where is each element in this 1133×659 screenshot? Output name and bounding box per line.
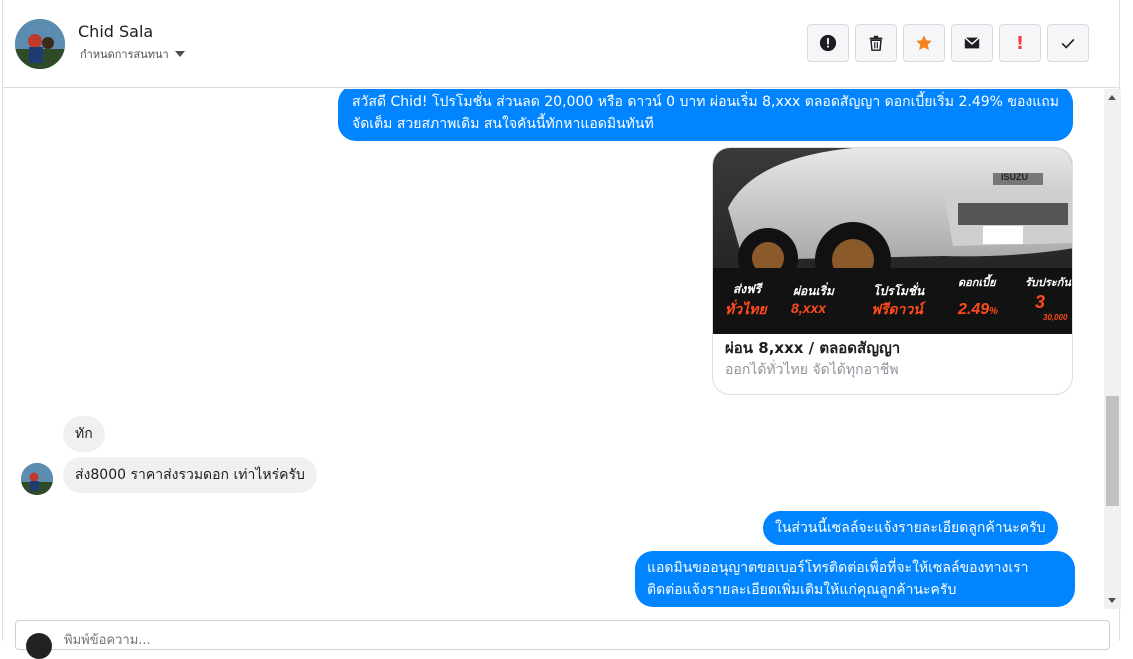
promo-sub: ฟรีดาวน์ [871,301,927,317]
warranty-km: 30,000 [1043,313,1068,322]
delete-button[interactable] [855,24,897,62]
conversation-label: กำหนดการสนทนา [80,48,169,61]
message-incoming[interactable]: ส่ง8000 ราคาส่งรวมดอก เท่าไหร่ครับ [63,457,317,493]
report-button[interactable] [807,24,849,62]
star-icon [916,35,932,51]
installment-label: ผ่อนเริ่ม [793,282,835,298]
message-scrollbar[interactable] [1104,89,1121,609]
promo-card[interactable]: ISUZU ส่งฟรี ทั่วไทย ผ่อนเริ่ม 8,xxx โปร… [712,147,1073,395]
brand-logo-text: ISUZU [1001,172,1028,182]
installment-value: 8,xxx [791,300,827,316]
envelope-icon [964,37,980,49]
message-text: สวัสดี Chid! โปรโมชั่น ส่วนลด 20,000 หรื… [352,94,1059,132]
message-text: ส่ง8000 ราคาส่งรวมดอก เท่าไหร่ครับ [75,467,305,483]
contact-avatar-small[interactable] [21,463,53,495]
mark-done-button[interactable] [1047,24,1089,62]
car-promo-image: ISUZU ส่งฟรี ทั่วไทย ผ่อนเริ่ม 8,xxx โปร… [713,148,1072,334]
page-avatar [26,633,52,659]
conversation-label-dropdown[interactable]: กำหนดการสนทนา [80,45,185,63]
message-text: ในส่วนนี้เซลล์จะแจ้งรายละเอียดลูกค้านะคร… [775,520,1046,536]
scroll-down-arrow-icon[interactable] [1108,598,1116,603]
message-text: ทัก [75,426,93,442]
exclamation-circle-icon [819,34,837,52]
conversation-panel: Chid Sala กำหนดการสนทนา ! สวัสดี Chid! โ… [2,0,1121,659]
star-button[interactable] [903,24,945,62]
contact-name[interactable]: Chid Sala [78,22,153,41]
important-icon: ! [1015,32,1025,54]
free-ship-sub: ทั่วไทย [725,299,768,317]
message-outgoing[interactable]: ในส่วนนี้เซลล์จะแจ้งรายละเอียดลูกค้านะคร… [763,511,1058,545]
card-subtitle: ออกได้ทั่วไทย จัดได้ทุกอาชีพ [725,362,899,378]
promo-label: โปรโมชั่น [873,282,925,298]
interest-value: 2.49 [957,301,989,318]
warranty-value: 3 [1035,292,1045,312]
action-toolbar: ! [807,24,1089,62]
message-promo[interactable]: สวัสดี Chid! โปรโมชั่น ส่วนลด 20,000 หรื… [338,89,1073,141]
important-button[interactable]: ! [999,24,1041,62]
interest-label: ดอกเบี้ย [958,274,997,289]
message-incoming[interactable]: ทัก [63,416,105,452]
message-text: แอดมินขออนุญาตขอเบอร์โทรติดต่อเพื่อที่จะ… [647,560,1029,598]
conversation-header: Chid Sala กำหนดการสนทนา ! [3,0,1119,88]
check-icon [1061,38,1075,49]
card-title: ผ่อน 8,xxx / ตลอดสัญญา [725,339,901,357]
interest-unit: % [989,306,998,317]
caret-down-icon [174,51,185,57]
warranty-label: รับประกัน [1025,276,1071,289]
free-ship-label: ส่งฟรี [733,282,764,296]
scroll-up-arrow-icon[interactable] [1108,95,1116,100]
message-outgoing[interactable]: แอดมินขออนุญาตขอเบอร์โทรติดต่อเพื่อที่จะ… [635,551,1075,607]
scrollbar-thumb[interactable] [1106,396,1119,506]
trash-icon [869,35,883,51]
message-composer [15,620,1110,659]
contact-avatar[interactable] [15,19,65,69]
message-list[interactable]: สวัสดี Chid! โปรโมชั่น ส่วนลด 20,000 หรื… [3,89,1103,609]
mark-unread-button[interactable] [951,24,993,62]
